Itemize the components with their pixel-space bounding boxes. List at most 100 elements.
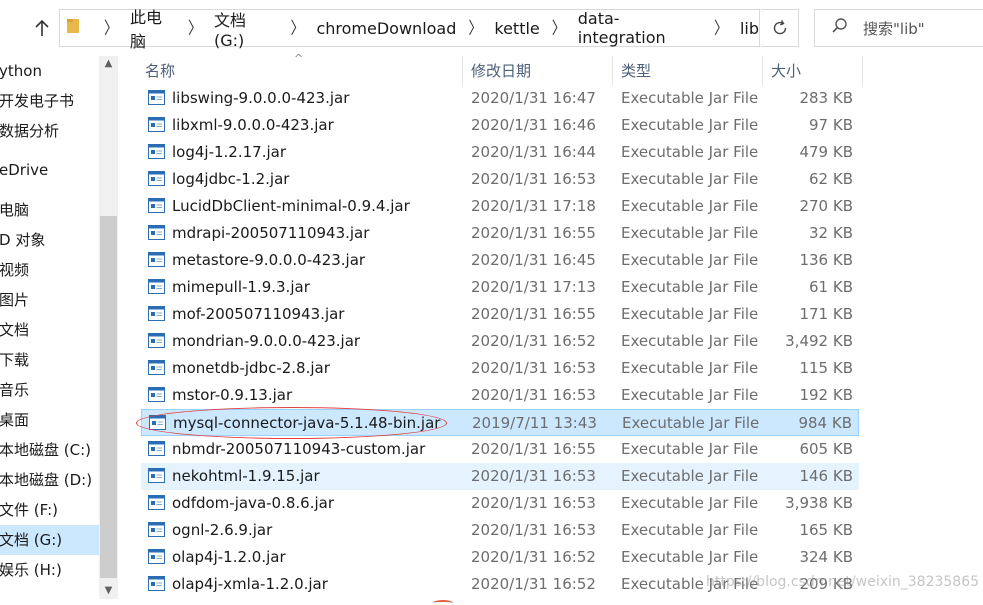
file-name: olap4j-xmla-1.2.0.jar	[172, 575, 328, 593]
address-bar[interactable]: 〉 此电脑 〉 文档 (G:) 〉 chromeDownload 〉 kettl…	[59, 7, 760, 51]
file-row[interactable]: libxml-9.0.0.0-423.jar 2020/1/31 16:46 Exe…	[141, 112, 859, 139]
column-divider[interactable]	[862, 56, 863, 86]
file-date: 2020/1/31 16:53	[471, 494, 596, 512]
file-row[interactable]: mysql-connector-java-5.1.48-bin.jar 2019/…	[141, 409, 859, 436]
file-row[interactable]: mondrian-9.0.0.0-423.jar 2020/1/31 16:52 E…	[141, 328, 859, 355]
column-header-name[interactable]: 名称	[136, 56, 462, 86]
jar-file-icon	[148, 144, 165, 159]
file-row[interactable]: log4j-1.2.17.jar 2020/1/31 16:44 Executabl…	[141, 139, 859, 166]
nav-item-drive-c[interactable]: 本地磁盘 (C:)	[0, 435, 99, 465]
nav-item[interactable]: 图片	[0, 285, 99, 315]
file-size: 136 KB	[799, 251, 853, 269]
nav-item-drive-f[interactable]: 文件 (F:)	[0, 495, 99, 525]
file-type: Executable Jar File	[621, 89, 759, 107]
breadcrumb-item[interactable]: chromeDownload	[316, 19, 456, 38]
chevron-right-icon[interactable]: 〉	[714, 16, 728, 40]
annotation-mark	[433, 600, 453, 605]
file-date: 2020/1/31 17:18	[471, 197, 596, 215]
jar-file-icon	[148, 360, 165, 375]
file-date: 2020/1/31 16:44	[471, 143, 596, 161]
scrollbar-thumb[interactable]	[100, 216, 117, 578]
nav-item-drive-h[interactable]: 娱乐 (H:)	[0, 555, 99, 585]
jar-file-icon	[148, 549, 165, 564]
file-size: 165 KB	[799, 521, 853, 539]
breadcrumb-item[interactable]: 此电脑	[130, 4, 176, 52]
file-date: 2020/1/31 16:55	[471, 440, 596, 458]
column-header-type[interactable]: 类型	[612, 56, 762, 86]
chevron-right-icon[interactable]: 〉	[468, 16, 482, 40]
nav-item[interactable]: 桌面	[0, 405, 99, 435]
search-placeholder: 搜索"lib"	[863, 19, 925, 38]
file-row[interactable]: log4jdbc-1.2.jar 2020/1/31 16:53 Executabl…	[141, 166, 859, 193]
file-size: 3,492 KB	[785, 332, 853, 350]
nav-item-drive-g[interactable]: 文档 (G:)	[0, 525, 99, 555]
nav-item[interactable]: 下载	[0, 345, 99, 375]
jar-file-icon	[148, 468, 165, 483]
column-header-size[interactable]: 大小	[762, 56, 862, 86]
file-name: monetdb-jdbc-2.8.jar	[172, 359, 330, 377]
nav-item-drive-d[interactable]: 本地磁盘 (D:)	[0, 465, 99, 495]
file-type: Executable Jar File	[621, 224, 759, 242]
file-name: mstor-0.9.13.jar	[172, 386, 293, 404]
breadcrumb-item[interactable]: kettle	[494, 19, 539, 38]
up-button[interactable]	[30, 16, 54, 40]
file-row[interactable]: olap4j-1.2.0.jar 2020/1/31 16:52 Executabl…	[141, 544, 859, 571]
refresh-icon	[773, 20, 786, 35]
jar-file-icon	[148, 387, 165, 402]
file-name: odfdom-java-0.8.6.jar	[172, 494, 335, 512]
file-row[interactable]: mdrapi-200507110943.jar 2020/1/31 16:55 Ex…	[141, 220, 859, 247]
jar-file-icon	[148, 279, 165, 294]
file-size: 171 KB	[799, 305, 853, 323]
chevron-right-icon[interactable]: 〉	[188, 16, 202, 40]
file-row[interactable]: metastore-9.0.0.0-423.jar 2020/1/31 16:45…	[141, 247, 859, 274]
file-name: LucidDbClient-minimal-0.9.4.jar	[172, 197, 410, 215]
nav-item[interactable]: 数据分析	[0, 116, 99, 146]
column-header-date[interactable]: 修改日期	[462, 56, 612, 86]
nav-item[interactable]: D 对象	[0, 225, 99, 255]
nav-item[interactable]: 开发电子书	[0, 86, 99, 116]
refresh-button[interactable]	[761, 9, 799, 47]
file-name: ognl-2.6.9.jar	[172, 521, 273, 539]
nav-item[interactable]: 音乐	[0, 375, 99, 405]
file-size: 192 KB	[799, 386, 853, 404]
nav-item-onedrive[interactable]: eDrive	[0, 155, 99, 185]
chevron-up-icon[interactable]: ▲	[99, 56, 118, 72]
file-date: 2020/1/31 16:52	[471, 332, 596, 350]
breadcrumb-item[interactable]: lib	[740, 19, 759, 38]
file-row[interactable]: ognl-2.6.9.jar 2020/1/31 16:53 Executable …	[141, 517, 859, 544]
breadcrumb-item[interactable]: data-integration	[578, 9, 702, 47]
file-row[interactable]: nekohtml-1.9.15.jar 2020/1/31 16:53 Execut…	[141, 463, 859, 490]
nav-item[interactable]: 视频	[0, 255, 99, 285]
file-row[interactable]: mstor-0.9.13.jar 2020/1/31 16:53 Executabl…	[141, 382, 859, 409]
nav-scrollbar[interactable]: ▲ ▼	[99, 56, 118, 599]
folder-icon	[66, 17, 80, 39]
search-input[interactable]: 搜索"lib"	[814, 9, 983, 47]
chevron-right-icon[interactable]: 〉	[552, 16, 566, 40]
file-type: Executable Jar File	[621, 170, 759, 188]
file-row[interactable]: monetdb-jdbc-2.8.jar 2020/1/31 16:53 Execu…	[141, 355, 859, 382]
nav-item-this-pc[interactable]: 电脑	[0, 195, 99, 225]
address-toolbar: 〉 此电脑 〉 文档 (G:) 〉 chromeDownload 〉 kettl…	[0, 0, 983, 56]
file-row[interactable]: libswing-9.0.0.0-423.jar 2020/1/31 16:47 E…	[141, 85, 859, 112]
jar-file-icon	[148, 306, 165, 321]
file-type: Executable Jar File	[621, 251, 759, 269]
file-name: mondrian-9.0.0.0-423.jar	[172, 332, 361, 350]
file-row[interactable]: mimepull-1.9.3.jar 2020/1/31 17:13 Executa…	[141, 274, 859, 301]
file-size: 283 KB	[799, 89, 853, 107]
breadcrumb-item[interactable]: 文档 (G:)	[214, 7, 279, 50]
file-type: Executable Jar File	[621, 440, 759, 458]
chevron-right-icon[interactable]: 〉	[104, 16, 118, 40]
file-row[interactable]: nbmdr-200507110943-custom.jar 2020/1/31 1…	[141, 436, 859, 463]
file-name: olap4j-1.2.0.jar	[172, 548, 286, 566]
jar-file-icon	[148, 333, 165, 348]
chevron-down-icon[interactable]: ▼	[99, 583, 118, 599]
file-row[interactable]: mof-200507110943.jar 2020/1/31 16:55 Execu…	[141, 301, 859, 328]
nav-item[interactable]: ython	[0, 56, 99, 86]
nav-item[interactable]: 文档	[0, 315, 99, 345]
file-row[interactable]: LucidDbClient-minimal-0.9.4.jar 2020/1/31…	[141, 193, 859, 220]
file-date: 2019/7/11 13:43	[472, 414, 597, 432]
chevron-right-icon[interactable]: 〉	[290, 16, 304, 40]
file-row[interactable]: odfdom-java-0.8.6.jar 2020/1/31 16:53 Exec…	[141, 490, 859, 517]
search-icon	[831, 17, 849, 39]
file-date: 2020/1/31 16:53	[471, 170, 596, 188]
